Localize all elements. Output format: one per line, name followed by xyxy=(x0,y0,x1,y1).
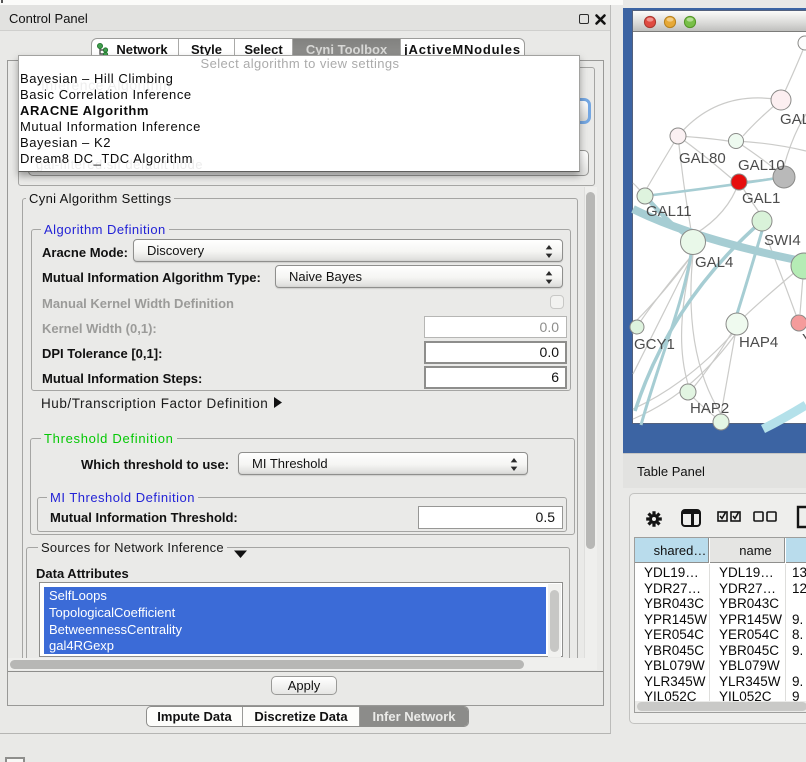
svg-text:GCY1: GCY1 xyxy=(634,336,675,353)
svg-text:GAL4: GAL4 xyxy=(695,254,733,271)
svg-text:Y: Y xyxy=(802,331,806,348)
svg-text:GAL10: GAL10 xyxy=(738,157,785,174)
svg-text:HAP2: HAP2 xyxy=(690,400,729,417)
svg-text:SWI4: SWI4 xyxy=(764,232,801,249)
svg-text:GAL80: GAL80 xyxy=(679,150,726,167)
svg-text:GAL11: GAL11 xyxy=(646,203,692,220)
svg-text:GAL1: GAL1 xyxy=(742,190,780,207)
svg-text:GAL7: GAL7 xyxy=(780,111,806,128)
svg-text:HAP4: HAP4 xyxy=(739,334,778,351)
